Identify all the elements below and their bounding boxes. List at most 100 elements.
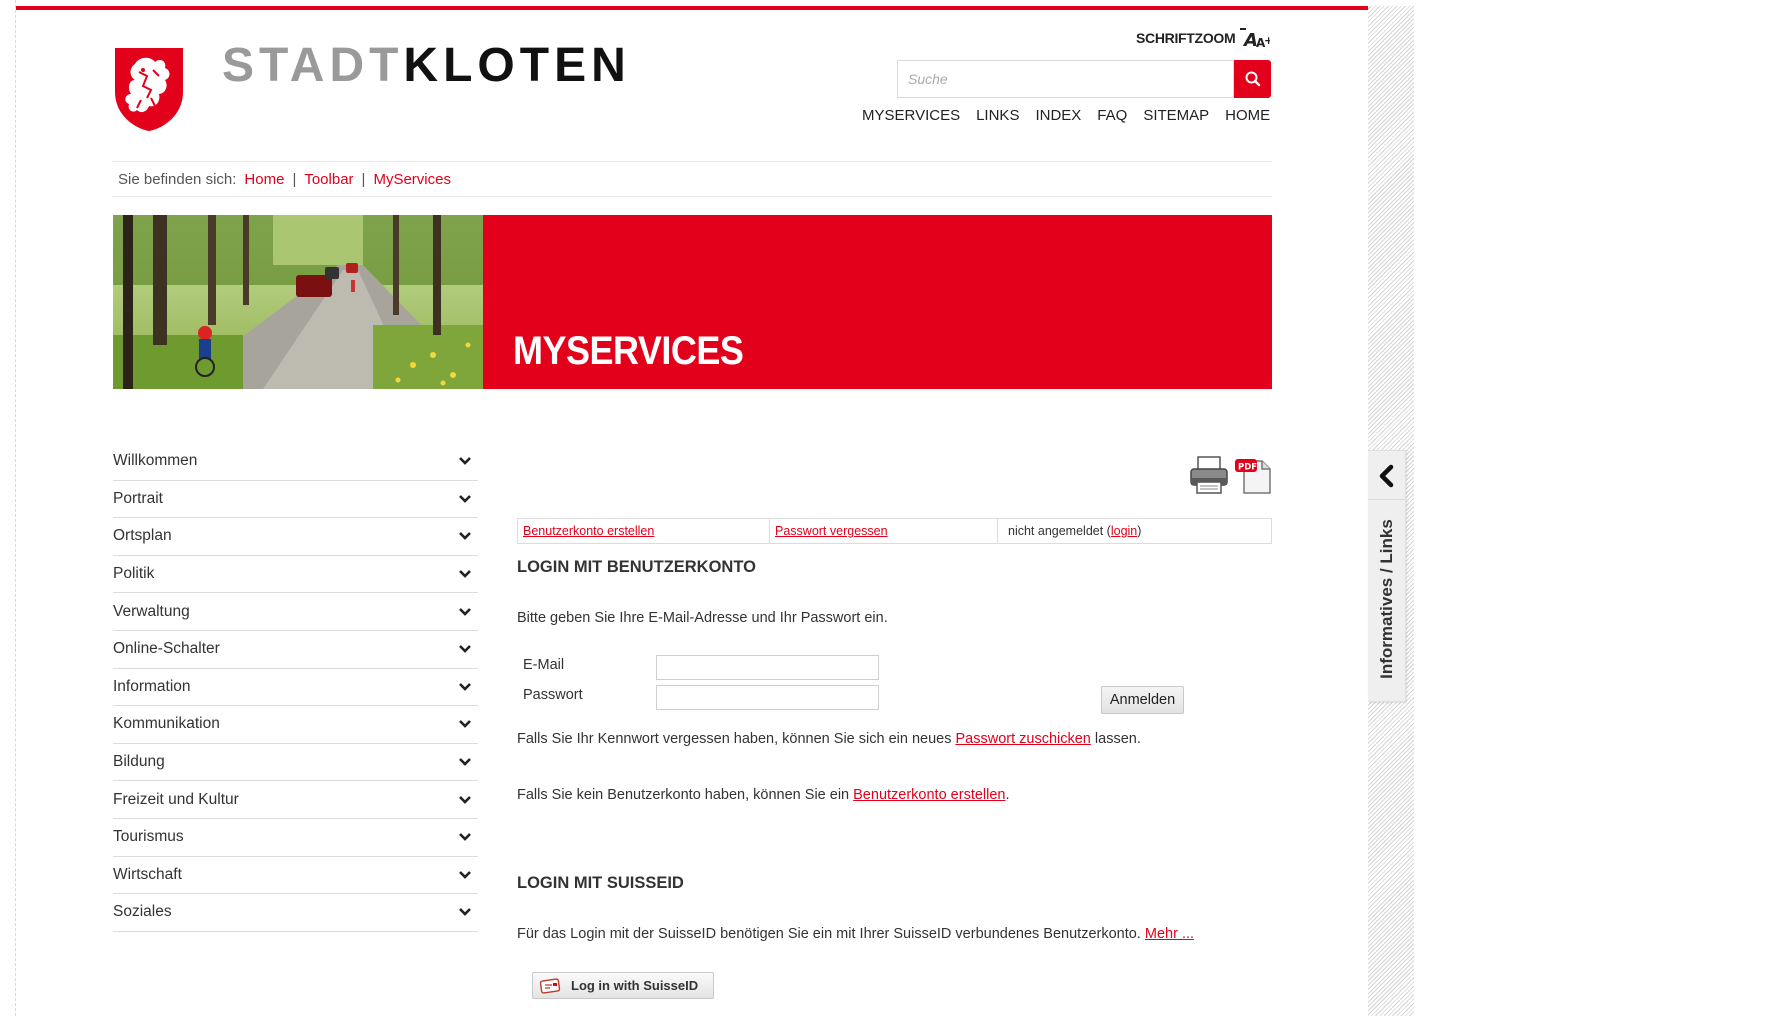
- login-status-suffix: ): [1137, 524, 1142, 538]
- breadcrumb-divider-bottom: [113, 196, 1272, 197]
- chevron-down-icon: [459, 570, 471, 578]
- font-zoom-label: SCHRIFTZOOM: [1136, 30, 1236, 46]
- sidebar-item-label: Portrait: [113, 489, 163, 507]
- create-account-text: Falls Sie kein Benutzerkonto haben, könn…: [517, 787, 1010, 803]
- suisseid-login-button[interactable]: Log in with SuisseID: [532, 972, 714, 999]
- email-label: E-Mail: [523, 657, 565, 673]
- suisseid-heading: LOGIN MIT SUISSEID: [517, 874, 684, 892]
- chevron-down-icon: [459, 457, 471, 466]
- breadcrumb-toolbar[interactable]: Toolbar: [304, 170, 353, 190]
- chevron-left-icon: [1379, 464, 1394, 488]
- password-label: Passwort: [523, 687, 583, 703]
- send-password-link[interactable]: Passwort zuschicken: [955, 731, 1090, 747]
- chevron-down-icon: [459, 682, 471, 691]
- chevron-down-icon: [459, 908, 471, 917]
- topnav-myservices[interactable]: MYSERVICES: [862, 106, 968, 126]
- account-bar-forgot-cell: Passwort vergessen: [770, 519, 998, 543]
- sidebar-navigation: Willkommen Portrait Ortsplan Politik Ver…: [113, 443, 478, 932]
- banner-photo: [113, 215, 483, 389]
- chevron-down-icon: [459, 645, 471, 654]
- topnav-home[interactable]: HOME: [1217, 106, 1278, 126]
- sidebar-item-label: Ortsplan: [113, 527, 172, 545]
- forgot-password-link[interactable]: Passwort vergessen: [775, 524, 888, 538]
- pdf-icon[interactable]: PDF: [1234, 455, 1272, 495]
- font-size-icon[interactable]: A A +: [1238, 27, 1270, 49]
- breadcrumb-prefix: Sie befinden sich:: [118, 171, 237, 188]
- login-link[interactable]: login: [1111, 524, 1137, 538]
- suisseid-text: Für das Login mit der SuisseID benötigen…: [517, 926, 1194, 942]
- sidebar-item-label: Kommunikation: [113, 715, 220, 733]
- sidebar-item-label: Wirtschaft: [113, 865, 182, 883]
- sidebar-item-bildung[interactable]: Bildung: [113, 744, 478, 782]
- sidebar-item-online-schalter[interactable]: Online-Schalter: [113, 631, 478, 669]
- suisseid-button-label: Log in with SuisseID: [571, 978, 699, 993]
- topnav-faq[interactable]: FAQ: [1089, 106, 1135, 126]
- chevron-down-icon: [459, 833, 471, 842]
- breadcrumb-separator: |: [361, 171, 366, 188]
- sidebar-item-willkommen[interactable]: Willkommen: [113, 443, 478, 481]
- suisseid-card-icon: [539, 977, 561, 994]
- side-tab-label: Informatives / Links: [1377, 519, 1396, 679]
- top-accent-bar: [16, 6, 1368, 10]
- suisseid-more-link[interactable]: Mehr ...: [1145, 926, 1194, 942]
- create-text-before: Falls Sie kein Benutzerkonto haben, könn…: [517, 787, 854, 803]
- search-icon: [1245, 71, 1260, 87]
- sidebar-item-information[interactable]: Information: [113, 669, 478, 707]
- breadcrumb: Sie befinden sich: Home | Toolbar | MySe…: [118, 170, 451, 190]
- side-panel-tab[interactable]: Informatives / Links: [1368, 450, 1406, 702]
- svg-text:PDF: PDF: [1238, 463, 1257, 473]
- forgot-password-text: Falls Sie Ihr Kennwort vergessen haben, …: [517, 731, 1141, 747]
- search-input[interactable]: [898, 61, 1233, 97]
- sidebar-item-freizeit-und-kultur[interactable]: Freizeit und Kultur: [113, 781, 478, 819]
- chevron-down-icon: [459, 494, 471, 503]
- search-button[interactable]: [1234, 60, 1271, 98]
- topnav-index[interactable]: INDEX: [1027, 106, 1089, 126]
- sidebar-item-verwaltung[interactable]: Verwaltung: [113, 593, 478, 631]
- account-bar-create-cell: Benutzerkonto erstellen: [518, 519, 770, 543]
- login-heading: LOGIN MIT BENUTZERKONTO: [517, 558, 756, 576]
- font-zoom[interactable]: SCHRIFTZOOM A A +: [1136, 26, 1270, 50]
- chevron-down-icon: [459, 607, 471, 616]
- svg-text:+: +: [1264, 34, 1270, 47]
- chevron-down-icon: [459, 795, 471, 804]
- chevron-down-icon: [459, 758, 471, 766]
- breadcrumb-divider-top: [113, 161, 1272, 162]
- topnav-links[interactable]: LINKS: [968, 106, 1027, 126]
- page-border: [15, 0, 16, 1016]
- brand-kloten: KLOTEN: [403, 39, 631, 92]
- sidebar-item-politik[interactable]: Politik: [113, 556, 478, 594]
- email-field[interactable]: [656, 655, 879, 680]
- sidebar-item-soziales[interactable]: Soziales: [113, 894, 478, 932]
- suisseid-description: Für das Login mit der SuisseID benötigen…: [517, 926, 1145, 942]
- sidebar-item-portrait[interactable]: Portrait: [113, 481, 478, 519]
- site-brand[interactable]: STADTKLOTEN: [222, 38, 631, 94]
- create-account-inline-link[interactable]: Benutzerkonto erstellen: [853, 787, 1005, 803]
- breadcrumb-myservices[interactable]: MyServices: [373, 170, 451, 190]
- forgot-text-before: Falls Sie Ihr Kennwort vergessen haben, …: [517, 731, 956, 747]
- breadcrumb-home[interactable]: Home: [244, 170, 284, 190]
- sidebar-item-label: Bildung: [113, 753, 165, 771]
- create-account-link[interactable]: Benutzerkonto erstellen: [523, 524, 654, 538]
- banner-title-panel: MYSERVICES: [483, 215, 1272, 389]
- sidebar-item-label: Politik: [113, 565, 155, 583]
- create-text-after: .: [1005, 787, 1010, 803]
- printer-icon[interactable]: [1188, 454, 1230, 496]
- sidebar-item-tourismus[interactable]: Tourismus: [113, 819, 478, 857]
- sidebar-item-kommunikation[interactable]: Kommunikation: [113, 706, 478, 744]
- password-field[interactable]: [656, 685, 879, 710]
- breadcrumb-separator: |: [292, 171, 297, 188]
- login-status: nicht angemeldet (login): [998, 519, 1271, 543]
- forgot-text-after: lassen.: [1090, 731, 1141, 747]
- login-submit-button[interactable]: Anmelden: [1101, 686, 1184, 714]
- login-status-prefix: nicht angemeldet (: [1008, 524, 1111, 538]
- login-intro: Bitte geben Sie Ihre E-Mail-Adresse und …: [517, 610, 888, 626]
- sidebar-item-label: Information: [113, 677, 191, 695]
- topnav-sitemap[interactable]: SITEMAP: [1135, 106, 1217, 126]
- coat-of-arms-logo[interactable]: [113, 46, 185, 132]
- account-bar: Benutzerkonto erstellen Passwort vergess…: [517, 518, 1272, 544]
- sidebar-item-ortsplan[interactable]: Ortsplan: [113, 518, 478, 556]
- chevron-down-icon: [459, 870, 471, 879]
- sidebar-item-label: Soziales: [113, 903, 172, 921]
- chevron-down-icon: [459, 720, 471, 729]
- sidebar-item-wirtschaft[interactable]: Wirtschaft: [113, 857, 478, 895]
